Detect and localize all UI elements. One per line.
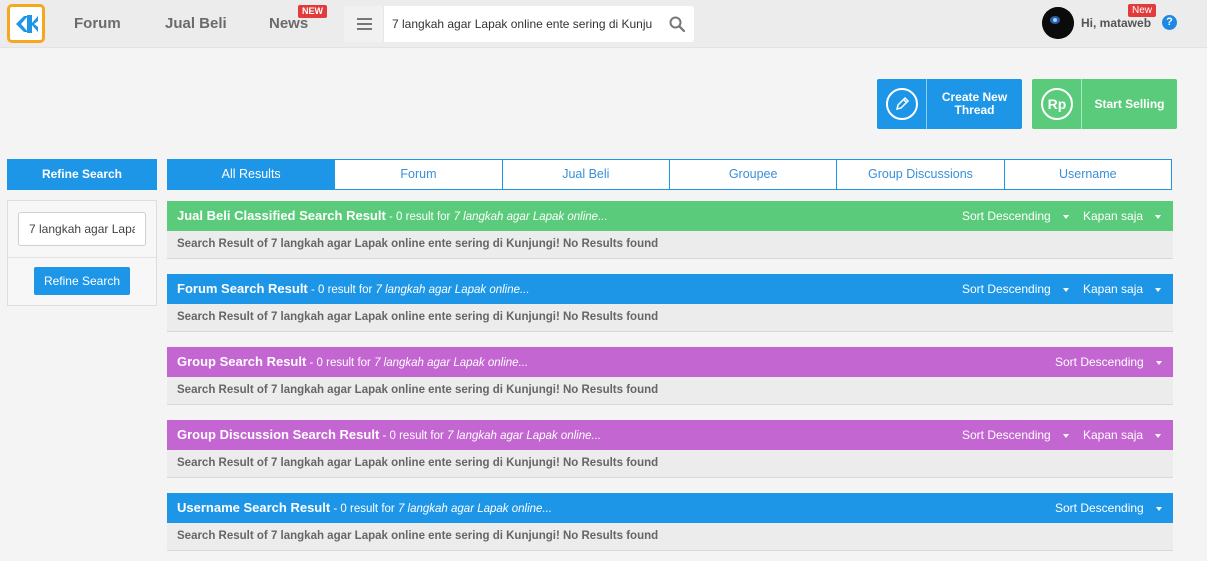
nav-jual-beli[interactable]: Jual Beli xyxy=(165,15,227,32)
section-header: Jual Beli Classified Search Result - 0 r… xyxy=(167,201,1173,231)
section-empty-message: Search Result of 7 langkah agar Lapak on… xyxy=(167,377,1173,405)
section-title: Jual Beli Classified Search Result - 0 r… xyxy=(177,208,608,223)
sort-dropdown[interactable]: Sort Descending xyxy=(1055,501,1162,515)
group-discussion-result-section: Group Discussion Search Result - 0 resul… xyxy=(167,420,1173,478)
kaskus-k-icon xyxy=(16,15,38,33)
result-query: 7 langkah agar Lapak online... xyxy=(453,211,608,223)
forum-result-section: Forum Search Result - 0 result for 7 lan… xyxy=(167,274,1173,332)
menu-icon[interactable] xyxy=(344,6,384,42)
help-icon[interactable]: ? xyxy=(1162,15,1177,30)
top-header: Forum Jual Beli News NEW New Hi, mataweb… xyxy=(0,0,1207,48)
caret-down-icon xyxy=(1062,433,1069,438)
caret-down-icon xyxy=(1155,433,1162,438)
section-header: Username Search Result - 0 result for 7 … xyxy=(167,493,1173,523)
section-header: Group Search Result - 0 result for 7 lan… xyxy=(167,347,1173,377)
group-result-section: Group Search Result - 0 result for 7 lan… xyxy=(167,347,1173,405)
section-empty-message: Search Result of 7 langkah agar Lapak on… xyxy=(167,523,1173,551)
sort-dropdown[interactable]: Sort Descending xyxy=(962,282,1069,296)
result-count: - 0 result for xyxy=(306,357,375,369)
sort-dropdown[interactable]: Sort Descending xyxy=(1055,355,1162,369)
section-header: Group Discussion Search Result - 0 resul… xyxy=(167,420,1173,450)
refine-search-input[interactable] xyxy=(18,212,146,246)
sort-dropdown[interactable]: Sort Descending xyxy=(962,428,1069,442)
tab-groupee[interactable]: Groupee xyxy=(670,160,838,189)
user-greeting[interactable]: Hi, mataweb xyxy=(1081,16,1151,30)
user-avatar[interactable] xyxy=(1042,7,1074,39)
result-tabs: All Results Forum Jual Beli Groupee Grou… xyxy=(167,159,1172,190)
time-filter-dropdown[interactable]: Kapan saja xyxy=(1083,282,1162,296)
tab-all-results[interactable]: All Results xyxy=(168,160,336,189)
sort-dropdown[interactable]: Sort Descending xyxy=(962,209,1069,223)
result-query: 7 langkah agar Lapak online... xyxy=(375,284,530,296)
caret-down-icon xyxy=(1155,287,1162,292)
section-title: Forum Search Result - 0 result for 7 lan… xyxy=(177,281,530,296)
create-new-thread-button[interactable]: Create New Thread xyxy=(877,79,1022,129)
refine-search-button[interactable]: Refine Search xyxy=(34,267,130,295)
rupiah-icon: Rp xyxy=(1032,79,1082,129)
search-input[interactable] xyxy=(392,6,652,42)
jual-beli-result-section: Jual Beli Classified Search Result - 0 r… xyxy=(167,201,1173,259)
caret-down-icon xyxy=(1062,287,1069,292)
start-selling-label: Start Selling xyxy=(1094,96,1165,111)
start-selling-button[interactable]: Rp Start Selling xyxy=(1032,79,1177,129)
tab-forum[interactable]: Forum xyxy=(335,160,503,189)
divider xyxy=(8,257,156,258)
pencil-icon xyxy=(877,79,927,129)
section-empty-message: Search Result of 7 langkah agar Lapak on… xyxy=(167,231,1173,259)
section-title: Group Discussion Search Result - 0 resul… xyxy=(177,427,602,442)
section-title: Group Search Result - 0 result for 7 lan… xyxy=(177,354,529,369)
section-header: Forum Search Result - 0 result for 7 lan… xyxy=(167,274,1173,304)
result-query: 7 langkah agar Lapak online... xyxy=(447,430,602,442)
result-count: - 0 result for xyxy=(379,430,448,442)
refine-search-panel: Refine Search xyxy=(7,200,157,306)
search-icon[interactable] xyxy=(668,15,686,33)
search-bar xyxy=(344,6,694,42)
caret-down-icon xyxy=(1155,214,1162,219)
news-new-badge: NEW xyxy=(298,5,327,18)
result-query: 7 langkah agar Lapak online... xyxy=(374,357,529,369)
time-filter-dropdown[interactable]: Kapan saja xyxy=(1083,209,1162,223)
section-title: Username Search Result - 0 result for 7 … xyxy=(177,500,553,515)
username-result-section: Username Search Result - 0 result for 7 … xyxy=(167,493,1173,551)
caret-down-icon xyxy=(1155,360,1162,365)
tab-username[interactable]: Username xyxy=(1005,160,1171,189)
time-filter-dropdown[interactable]: Kapan saja xyxy=(1083,428,1162,442)
section-empty-message: Search Result of 7 langkah agar Lapak on… xyxy=(167,304,1173,332)
tab-group-discussions[interactable]: Group Discussions xyxy=(837,160,1005,189)
section-empty-message: Search Result of 7 langkah agar Lapak on… xyxy=(167,450,1173,478)
tab-jual-beli[interactable]: Jual Beli xyxy=(503,160,670,189)
refine-search-title: Refine Search xyxy=(7,159,157,190)
create-new-thread-label: Create New Thread xyxy=(941,90,1008,117)
caret-down-icon xyxy=(1155,506,1162,511)
caret-down-icon xyxy=(1062,214,1069,219)
nav-forum[interactable]: Forum xyxy=(74,15,121,32)
result-count: - 0 result for xyxy=(307,284,376,296)
result-count: - 0 result for xyxy=(330,503,398,515)
result-count: - 0 result for xyxy=(385,211,454,223)
result-query: 7 langkah agar Lapak online... xyxy=(397,503,553,515)
kaskus-logo[interactable] xyxy=(7,4,45,43)
